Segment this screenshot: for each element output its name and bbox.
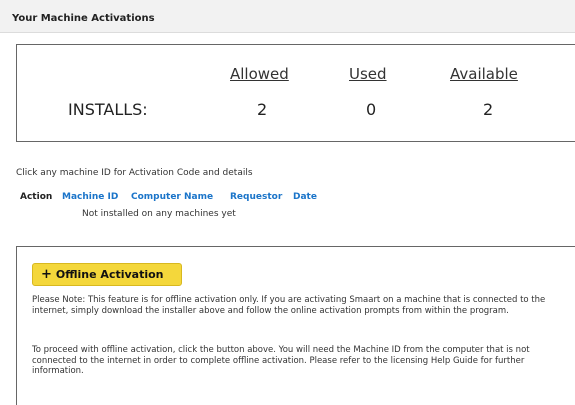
- machine-activations-page: Your Machine Activations Allowed Used Av…: [0, 0, 575, 405]
- allowed-count: 2: [257, 100, 268, 119]
- offline-note-1: Please Note: This feature is for offline…: [32, 295, 546, 316]
- used-count: 0: [366, 100, 377, 119]
- col-machine-id[interactable]: Machine ID: [62, 192, 118, 202]
- col-requestor[interactable]: Requestor: [230, 192, 282, 202]
- used-heading: Used: [349, 65, 387, 83]
- offline-activation-button[interactable]: + Offline Activation: [32, 263, 182, 286]
- installs-summary-box: Allowed Used Available INSTALLS: 2 0 2: [16, 44, 575, 142]
- offline-activation-box: + Offline Activation Please Note: This f…: [16, 246, 575, 405]
- col-computer-name[interactable]: Computer Name: [131, 192, 213, 202]
- col-date[interactable]: Date: [293, 192, 317, 202]
- available-heading: Available: [450, 65, 518, 83]
- col-action: Action: [20, 192, 53, 202]
- section-title: Your Machine Activations: [12, 13, 155, 24]
- offline-activation-label: Offline Activation: [55, 268, 164, 281]
- offline-note-2: To proceed with offline activation, clic…: [32, 345, 530, 376]
- available-count: 2: [483, 100, 494, 119]
- plus-icon: +: [41, 267, 52, 282]
- section-header: Your Machine Activations: [0, 0, 575, 33]
- installs-label: INSTALLS:: [68, 100, 148, 119]
- machine-id-hint: Click any machine ID for Activation Code…: [16, 168, 253, 178]
- empty-machines-message: Not installed on any machines yet: [82, 209, 236, 219]
- allowed-heading: Allowed: [230, 65, 289, 83]
